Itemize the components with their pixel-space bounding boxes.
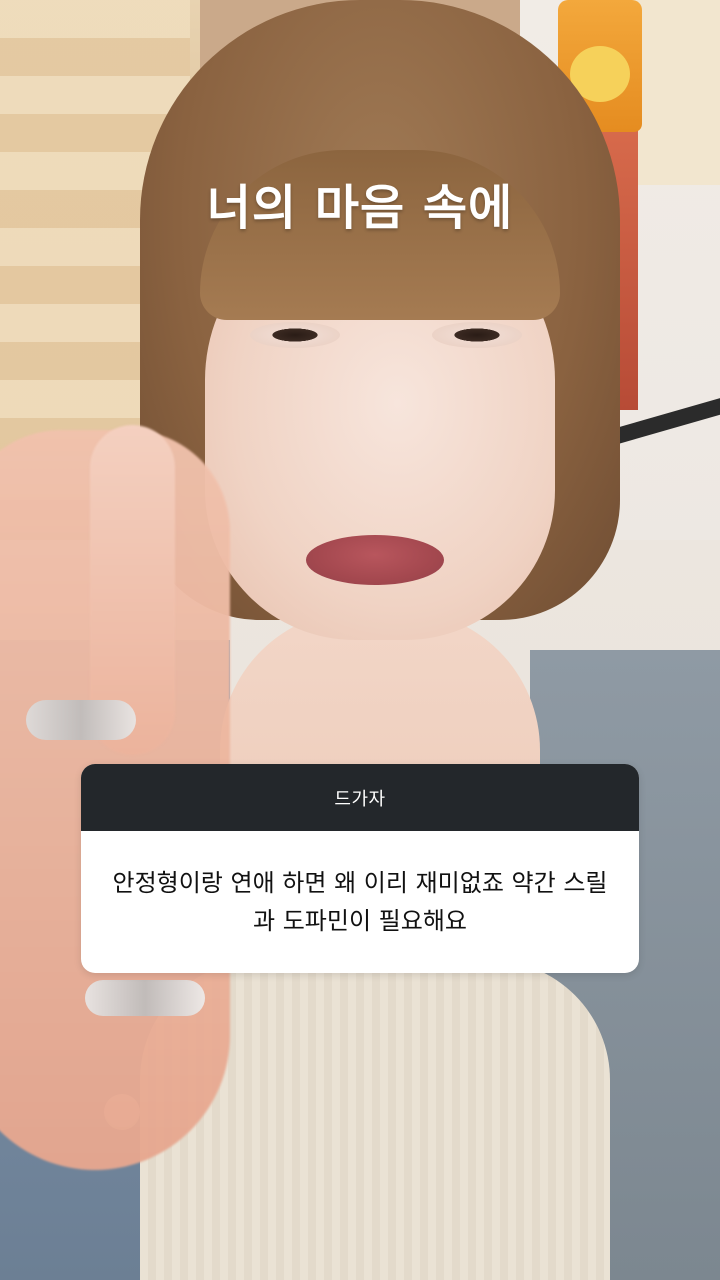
question-text: 안정형이랑 연애 하면 왜 이리 재미없죠 약간 스릴과 도파민이 필요해요 xyxy=(112,869,608,935)
question-sticker-title: 드가자 xyxy=(334,788,386,810)
question-sticker[interactable]: 드가자 안정형이랑 연애 하면 왜 이리 재미없죠 약간 스릴과 도파민이 필요… xyxy=(81,764,639,973)
story-caption: 너의 마음 속에 xyxy=(206,180,514,236)
ring xyxy=(26,700,136,740)
question-sticker-header: 드가자 xyxy=(81,764,639,831)
bracelet xyxy=(85,980,205,1016)
lips xyxy=(306,535,444,585)
right-eye xyxy=(432,322,522,348)
question-sticker-body: 안정형이랑 연애 하면 왜 이리 재미없죠 약간 스릴과 도파민이 필요해요 xyxy=(81,831,639,973)
left-eye xyxy=(250,322,340,348)
